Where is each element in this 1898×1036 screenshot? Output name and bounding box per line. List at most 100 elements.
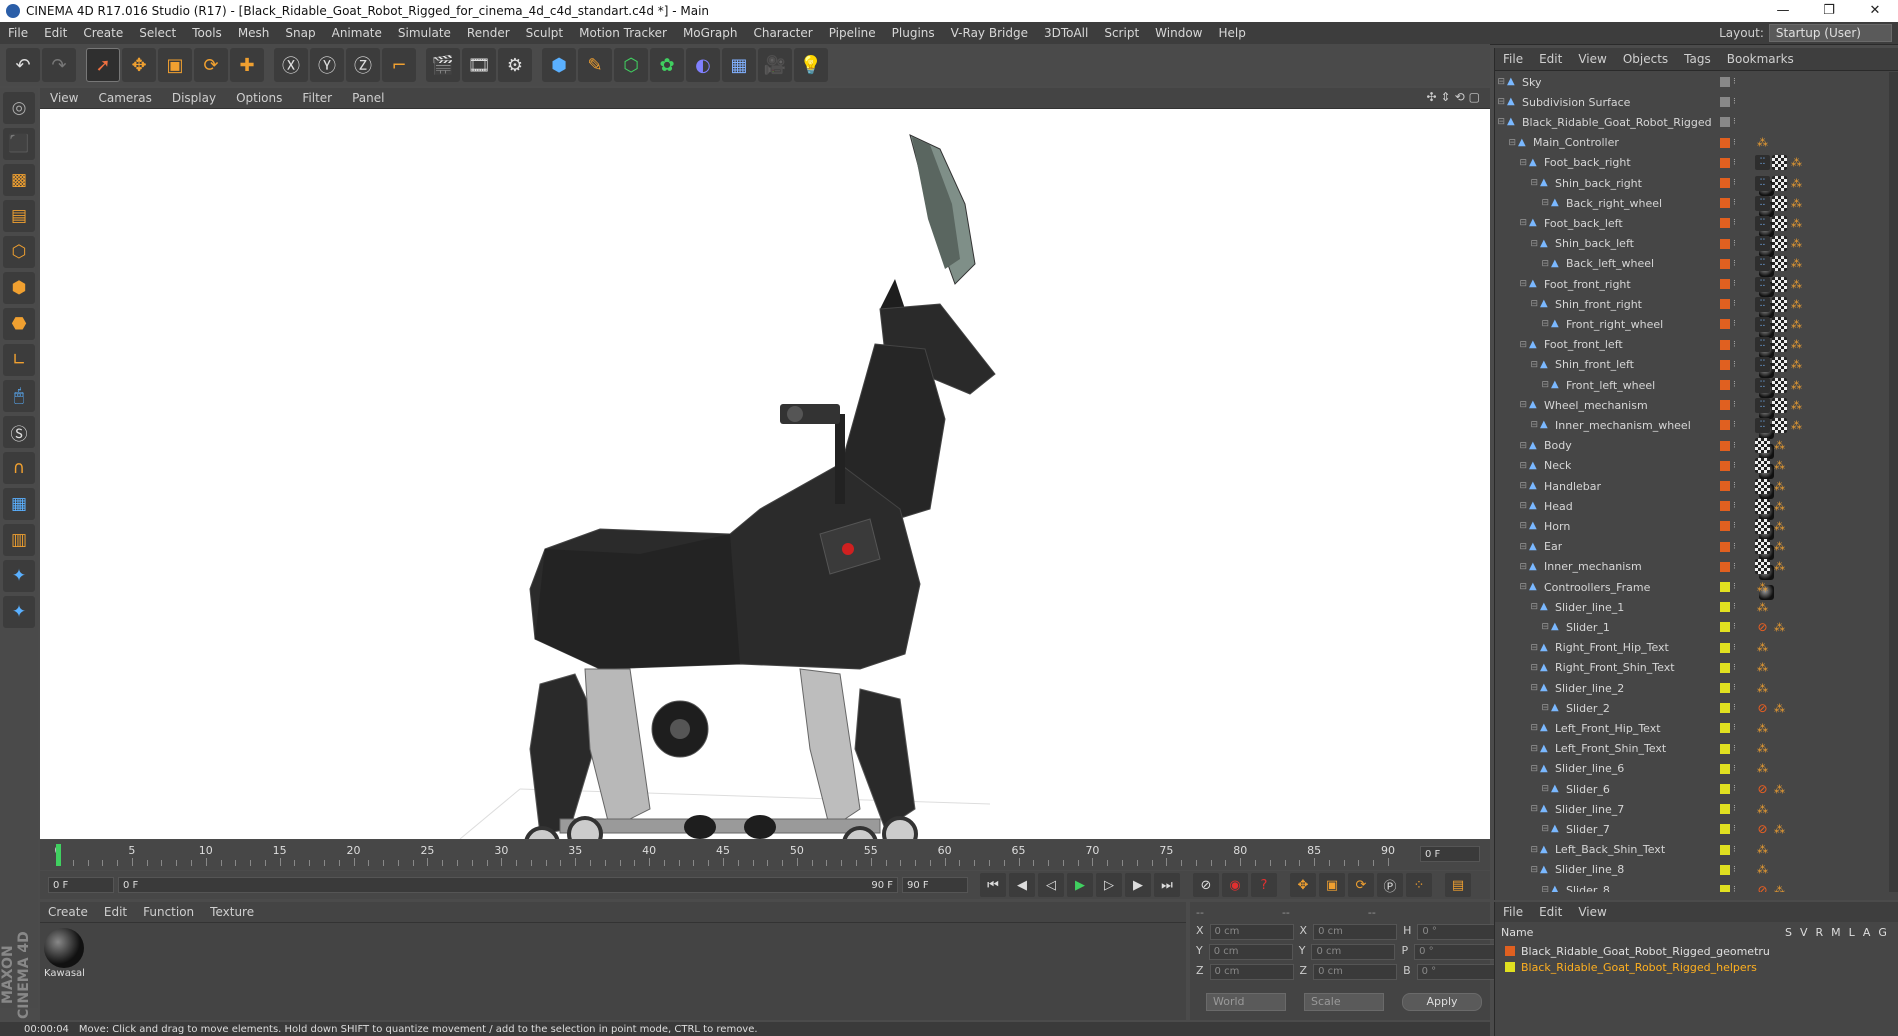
size-x-field[interactable]: 0 cm bbox=[1313, 924, 1398, 940]
texture-tag-icon[interactable] bbox=[1772, 215, 1787, 231]
ik-tag-icon[interactable]: ⁂ bbox=[1755, 842, 1770, 857]
expand-toggle-icon[interactable]: ⊟ bbox=[1495, 138, 1518, 148]
material-menu-texture[interactable]: Texture bbox=[202, 905, 262, 919]
object-row[interactable]: ⊟ ▲ Left_Front_Hip_Text ⁝ ⁂ bbox=[1495, 718, 1887, 738]
layer-color-swatch[interactable] bbox=[1720, 824, 1730, 835]
object-row[interactable]: ⊟ ▲ Back_right_wheel ⁝ ⁚⁚ ⁂ bbox=[1495, 193, 1887, 237]
texture-tag-icon[interactable] bbox=[1772, 337, 1787, 353]
layer-color-swatch[interactable] bbox=[1720, 440, 1730, 451]
expand-toggle-icon[interactable]: ⊟ bbox=[1495, 683, 1540, 693]
joint-tag-icon[interactable]: ⁚⁚ bbox=[1755, 256, 1770, 272]
object-row[interactable]: ⊟ ▲ Main_Controller ⁝ ⁂ bbox=[1495, 133, 1887, 153]
expand-toggle-icon[interactable]: ⊟ bbox=[1495, 723, 1540, 733]
visibility-dots-icon[interactable]: ⁝ bbox=[1733, 77, 1739, 87]
render-picture-viewer-icon[interactable]: 🎞 bbox=[462, 48, 496, 82]
rotate-icon[interactable]: ⟳ bbox=[194, 48, 228, 82]
ik-tag-icon[interactable]: ⁂ bbox=[1755, 761, 1770, 776]
key-scale-icon[interactable]: ▣ bbox=[1319, 873, 1345, 897]
menu-edit[interactable]: Edit bbox=[36, 26, 75, 40]
texture-tag-icon[interactable] bbox=[1772, 357, 1787, 373]
object-row[interactable]: ⊟ ▲ Sky ⁝ bbox=[1495, 72, 1887, 92]
object-row[interactable]: ⊟ ▲ Slider_7 ⁝ ⊘ ⁂ bbox=[1495, 819, 1887, 839]
constraint-tag-icon[interactable]: ⊘ bbox=[1755, 822, 1770, 837]
object-row[interactable]: ⊟ ▲ Neck ⁝ ⁂ bbox=[1495, 456, 1887, 500]
expand-toggle-icon[interactable]: ⊟ bbox=[1495, 622, 1551, 632]
joint-tag-icon[interactable]: ⁚⁚ bbox=[1755, 357, 1770, 373]
joint-tag-icon[interactable]: ⁚⁚ bbox=[1755, 236, 1770, 252]
visibility-dots-icon[interactable]: ⁝ bbox=[1733, 784, 1739, 794]
object-menu-objects[interactable]: Objects bbox=[1615, 52, 1676, 66]
ik-tag-icon[interactable]: ⁂ bbox=[1789, 317, 1804, 332]
python-script-icon[interactable]: ✦ bbox=[3, 560, 35, 592]
object-row[interactable]: ⊟ ▲ Slider_line_1 ⁝ ⁂ bbox=[1495, 597, 1887, 617]
object-row[interactable]: ⊟ ▲ Front_left_wheel ⁝ ⁚⁚ ⁂ bbox=[1495, 375, 1887, 419]
polygons-mode-icon[interactable]: ⬣ bbox=[3, 308, 35, 340]
layer-color-swatch[interactable] bbox=[1720, 784, 1730, 794]
camera-icon[interactable]: 🎥 bbox=[758, 48, 792, 82]
layer-color-swatch[interactable] bbox=[1720, 662, 1730, 673]
texture-tag-icon[interactable] bbox=[1755, 518, 1770, 534]
ik-tag-icon[interactable]: ⁂ bbox=[1789, 216, 1804, 231]
redo-icon[interactable]: ↷ bbox=[42, 48, 76, 82]
menu-simulate[interactable]: Simulate bbox=[390, 26, 459, 40]
expand-toggle-icon[interactable]: ⊟ bbox=[1495, 239, 1540, 249]
expand-toggle-icon[interactable]: ⊟ bbox=[1495, 764, 1540, 774]
z-axis-icon[interactable]: Ⓩ bbox=[346, 48, 380, 82]
object-row[interactable]: ⊟ ▲ Black_Ridable_Goat_Robot_Rigged ⁝ bbox=[1495, 112, 1887, 132]
expand-toggle-icon[interactable]: ⊟ bbox=[1495, 380, 1551, 390]
ik-tag-icon[interactable]: ⁂ bbox=[1772, 438, 1787, 453]
layer-color-swatch[interactable] bbox=[1720, 521, 1730, 532]
expand-toggle-icon[interactable]: ⊟ bbox=[1495, 602, 1540, 612]
object-menu-file[interactable]: File bbox=[1495, 52, 1531, 66]
object-menu-view[interactable]: View bbox=[1570, 52, 1614, 66]
object-row[interactable]: ⊟ ▲ Head ⁝ ⁂ bbox=[1495, 496, 1887, 540]
object-row[interactable]: ⊟ ▲ Controollers_Frame ⁝ ⁂ bbox=[1495, 577, 1887, 597]
material-swatch[interactable]: Kawasal bbox=[44, 928, 85, 979]
visibility-dots-icon[interactable]: ⁝ bbox=[1733, 521, 1739, 531]
visibility-dots-icon[interactable]: ⁝ bbox=[1733, 683, 1739, 693]
size-y-field[interactable]: 0 cm bbox=[1311, 944, 1396, 960]
go-to-start-icon[interactable]: ⏮ bbox=[980, 873, 1006, 897]
expand-toggle-icon[interactable]: ⊟ bbox=[1495, 360, 1540, 370]
ik-tag-icon[interactable]: ⁂ bbox=[1772, 539, 1787, 554]
x-axis-icon[interactable]: Ⓧ bbox=[274, 48, 308, 82]
layer-color-swatch[interactable] bbox=[1720, 703, 1730, 714]
deformer-icon[interactable]: ◐ bbox=[686, 48, 720, 82]
layer-color-swatch[interactable] bbox=[1720, 561, 1730, 572]
object-row[interactable]: ⊟ ▲ Right_Front_Shin_Text ⁝ ⁂ bbox=[1495, 658, 1887, 678]
close-button[interactable]: ✕ bbox=[1852, 0, 1898, 22]
material-menu-create[interactable]: Create bbox=[40, 905, 96, 919]
visibility-dots-icon[interactable]: ⁝ bbox=[1733, 643, 1739, 653]
visibility-dots-icon[interactable]: ⁝ bbox=[1733, 218, 1739, 228]
texture-tag-icon[interactable] bbox=[1772, 155, 1787, 171]
texture-tag-icon[interactable] bbox=[1772, 256, 1787, 272]
frame-range-slider[interactable]: 0 F 90 F bbox=[118, 877, 898, 893]
visibility-dots-icon[interactable]: ⁝ bbox=[1733, 239, 1739, 249]
ik-tag-icon[interactable]: ⁂ bbox=[1789, 155, 1804, 170]
edit-render-settings-icon[interactable]: ⚙ bbox=[498, 48, 532, 82]
menu-v-ray-bridge[interactable]: V-Ray Bridge bbox=[943, 26, 1036, 40]
visibility-dots-icon[interactable]: ⁝ bbox=[1733, 703, 1739, 713]
timeline[interactable]: 051015202530354045505560657075808590 0 F bbox=[40, 840, 1490, 870]
visibility-dots-icon[interactable]: ⁝ bbox=[1733, 97, 1739, 107]
visibility-dots-icon[interactable]: ⁝ bbox=[1733, 663, 1739, 673]
object-row[interactable]: ⊟ ▲ Wheel_mechanism ⁝ ⁚⁚ ⁂ bbox=[1495, 395, 1887, 439]
texture-tag-icon[interactable] bbox=[1772, 377, 1787, 393]
cloner-icon[interactable]: ✿ bbox=[650, 48, 684, 82]
object-row[interactable]: ⊟ ▲ Slider_line_6 ⁝ ⁂ bbox=[1495, 759, 1887, 779]
object-row[interactable]: ⊟ ▲ Handlebar ⁝ ⁂ bbox=[1495, 476, 1887, 520]
object-row[interactable]: ⊟ ▲ Right_Front_Hip_Text ⁝ ⁂ bbox=[1495, 638, 1887, 658]
layer-color-swatch[interactable] bbox=[1720, 723, 1730, 734]
layer-color-swatch[interactable] bbox=[1720, 763, 1730, 774]
object-row[interactable]: ⊟ ▲ Ear ⁝ ⁂ bbox=[1495, 537, 1887, 581]
texture-tag-icon[interactable] bbox=[1772, 175, 1787, 191]
record-icon[interactable]: ◉ bbox=[1222, 873, 1248, 897]
visibility-dots-icon[interactable]: ⁝ bbox=[1733, 824, 1739, 834]
expand-toggle-icon[interactable]: ⊟ bbox=[1495, 481, 1529, 491]
expand-toggle-icon[interactable]: ⊟ bbox=[1495, 178, 1540, 188]
visibility-dots-icon[interactable]: ⁝ bbox=[1733, 744, 1739, 754]
joint-tag-icon[interactable]: ⁚⁚ bbox=[1755, 195, 1770, 211]
ik-tag-icon[interactable]: ⁂ bbox=[1755, 862, 1770, 877]
texture-mode-icon[interactable]: ▩ bbox=[3, 164, 35, 196]
layer-color-swatch[interactable] bbox=[1720, 582, 1730, 592]
